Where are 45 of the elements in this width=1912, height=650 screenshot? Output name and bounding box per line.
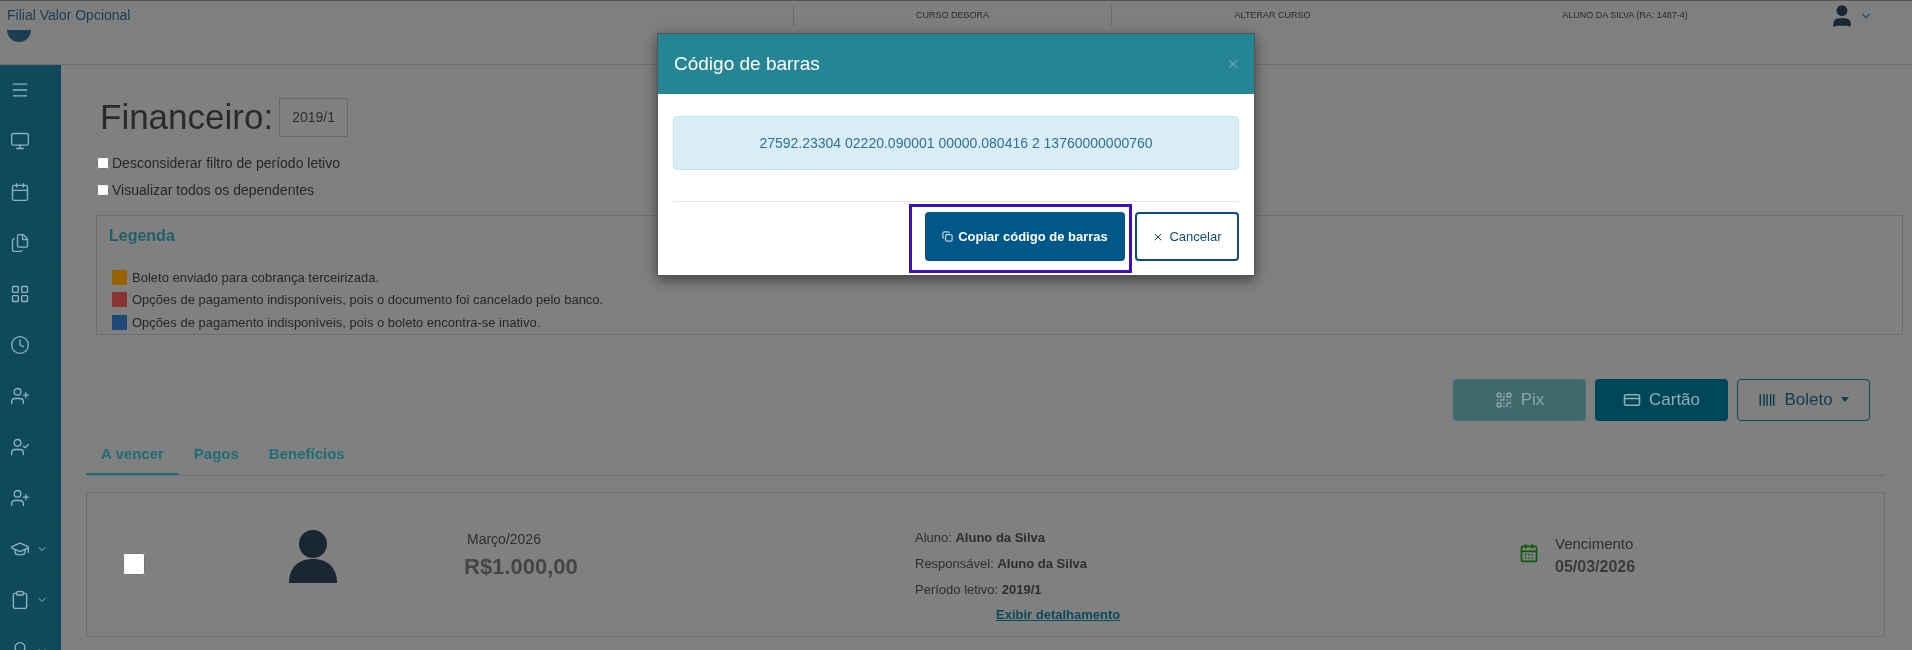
bill-month: Março/2026	[466, 529, 542, 549]
qr-code-icon	[1494, 390, 1513, 409]
copy-barcode-button[interactable]: Copiar código de barras	[925, 212, 1125, 261]
top-bar-link[interactable]: ALTERAR CURSO	[1234, 8, 1311, 23]
files-icon	[10, 233, 30, 253]
bill-detail: Aluno: Aluno da Silva	[915, 528, 1047, 547]
payment-button[interactable]: Cartão	[1595, 378, 1728, 421]
top-bar-link[interactable]: CURSO DEBORA	[916, 8, 989, 23]
legend-title: Legenda	[109, 225, 175, 246]
legend-label: Opções de pagamento indisponíveis, pois o boleto encontra-se inativo.	[132, 313, 541, 332]
cancel-button[interactable]: Cancelar	[1135, 212, 1239, 261]
person-icon	[288, 528, 338, 585]
clipboard-icon	[10, 590, 30, 610]
user-plus-icon	[10, 386, 30, 406]
filter-checkbox[interactable]	[97, 157, 109, 169]
calendar-icon	[10, 182, 30, 202]
due-date: 05/03/2026	[1555, 557, 1636, 577]
filter-label: Desconsiderar filtro de período letivo	[112, 153, 340, 173]
logo-icon	[6, 30, 32, 44]
bill-detail: Período letivo: 2019/1	[915, 580, 1043, 599]
bill-amount: R$1.000,00	[464, 552, 579, 581]
clock-icon	[10, 335, 30, 355]
barcode-number: 27592.23304 02220.090001 00000.080416 2 13760000000760	[759, 133, 1153, 153]
bill-detail: Responsável: Aluno da Silva	[915, 554, 1088, 573]
filter-checkbox[interactable]	[97, 184, 109, 196]
details-link[interactable]: Exibir detalhamento	[996, 604, 1121, 624]
caret-icon	[1840, 397, 1849, 402]
page-title: Financeiro:	[100, 96, 274, 138]
due-label: Vencimento	[1555, 533, 1635, 554]
payment-button[interactable]: Boleto	[1737, 378, 1870, 421]
bill-checkbox[interactable]	[123, 552, 145, 575]
grid-icon	[10, 284, 30, 304]
dialog-title: Código de barras	[674, 51, 820, 76]
copy-icon	[942, 231, 954, 242]
monitor-icon	[10, 131, 30, 151]
top-bar-link[interactable]: ALUNO DA SILVA (RA: 1487-4)	[1562, 8, 1688, 23]
calendar-icon	[1519, 542, 1539, 563]
user-plus-icon	[10, 488, 30, 508]
legend-label: Opções de pagamento indisponíveis, pois o documento foi cancelado pelo banco.	[132, 291, 604, 309]
branch-title: Filial Valor Opcional	[6, 6, 132, 25]
user-check-icon	[10, 437, 30, 457]
close-icon[interactable]	[1226, 57, 1240, 71]
legend-label: Boleto enviado para cobrança terceirizada.	[132, 268, 380, 287]
filter-label: Visualizar todos os dependentes	[112, 180, 315, 200]
period-selector[interactable]: 2019/1	[279, 97, 348, 137]
